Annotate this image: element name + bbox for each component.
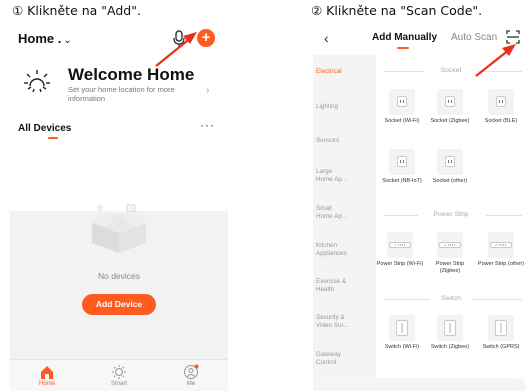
section-socket-label: Socket (436, 67, 466, 74)
device-label: Switch (Wi-Fi) (384, 344, 420, 350)
bottom-tab-bar: Home Smart Me (10, 359, 228, 391)
device-label: Switch (GPRS) (482, 344, 520, 350)
home-icon (41, 366, 53, 379)
power-strip-icon: • •••• (488, 232, 514, 258)
more-options-icon[interactable]: ··· (200, 118, 215, 132)
switch-icon (488, 315, 514, 341)
device-label: Power Strip (Wi-Fi) (376, 261, 424, 267)
empty-box-icon (92, 204, 146, 253)
device-label: Socket (Wi-Fi) (384, 118, 420, 124)
step-1-caption: ① Klikněte na "Add". (12, 3, 141, 18)
device-label: Power Strip (other) (477, 261, 525, 267)
category-security-video[interactable]: Security & Video Sur... (316, 314, 352, 329)
device-label: Socket (BLE) (484, 118, 518, 124)
socket-icon (437, 149, 463, 175)
tab-smart[interactable]: Smart (94, 364, 144, 387)
tab-smart-label: Smart (110, 381, 127, 387)
tab-me-label: Me (186, 381, 196, 387)
category-sensors[interactable]: Sensors (316, 137, 374, 145)
device-switch-gprs[interactable]: Switch (GPRS) (477, 315, 525, 351)
socket-icon (437, 89, 463, 115)
device-label: Socket (other) (432, 178, 468, 184)
empty-state-text: No devices (97, 271, 141, 281)
chevron-right-icon[interactable]: › (206, 85, 209, 96)
home-name: Home . (18, 31, 62, 46)
all-devices-tab[interactable]: All Devices (18, 123, 71, 134)
device-socket-wifi[interactable]: Socket (Wi-Fi) (378, 89, 426, 125)
device-power-strip-other[interactable]: • •••• Power Strip (other) (477, 232, 525, 268)
home-selector[interactable]: Home . ⌄ (18, 31, 72, 46)
socket-icon (488, 89, 514, 115)
device-label: Socket (NB-IoT) (382, 178, 422, 184)
switch-icon (437, 315, 463, 341)
welcome-subtitle[interactable]: Set your home location for more informat… (68, 85, 208, 103)
section-switch: Switch (376, 295, 526, 305)
active-tab-indicator (397, 47, 409, 49)
device-socket-ble[interactable]: Socket (BLE) (477, 89, 525, 125)
category-large-home-appliances[interactable]: Large Home Ap... (316, 168, 350, 183)
tab-home-label: Home (38, 381, 55, 387)
power-strip-icon: • •••• (437, 232, 463, 258)
back-arrow-icon[interactable]: ‹ (324, 30, 329, 46)
category-gateway-control[interactable]: Gateway Control (316, 351, 352, 366)
tab-me[interactable]: Me (166, 364, 216, 387)
tutorial-screenshot: ① Klikněte na "Add". ② Klikněte na "Scan… (0, 0, 531, 391)
sun-icon (24, 70, 50, 93)
socket-icon (389, 149, 415, 175)
category-lighting[interactable]: Lighting (316, 103, 374, 111)
bottom-sheet-edge (313, 378, 526, 391)
device-label: Power Strip (Zigbee) (435, 261, 465, 274)
device-label: Switch (Zigbee) (430, 344, 470, 350)
category-kitchen-appliances[interactable]: Kitchen Appliances (316, 242, 356, 257)
device-label: Socket (Zigbee) (430, 118, 470, 124)
chevron-down-icon: ⌄ (63, 35, 72, 46)
sun-icon (112, 365, 126, 379)
person-icon (184, 364, 199, 379)
category-exercise-health[interactable]: Exercise & Health (316, 278, 352, 293)
category-sidebar: Electrical Lighting Sensors Large Home A… (313, 55, 376, 391)
section-power-strip-label: Power Strip (429, 211, 473, 218)
tab-add-manually[interactable]: Add Manually (372, 32, 437, 43)
socket-icon (389, 89, 415, 115)
step-2-caption: ② Klikněte na "Scan Code". (311, 3, 483, 18)
tab-home[interactable]: Home (22, 364, 72, 387)
device-power-strip-wifi[interactable]: • •••• Power Strip (Wi-Fi) (376, 232, 424, 268)
pointer-arrow-add (155, 32, 197, 67)
category-small-home-appliances[interactable]: Small Home Ap... (316, 205, 350, 220)
device-socket-nbiot[interactable]: Socket (NB-IoT) (378, 149, 426, 185)
section-switch-label: Switch (436, 295, 466, 302)
home-screen: Home . ⌄ + Welcome Home Set your home lo… (10, 21, 228, 391)
device-switch-zigbee[interactable]: Switch (Zigbee) (426, 315, 474, 351)
category-electrical[interactable]: Electrical (316, 68, 374, 76)
add-device-button[interactable]: Add Device (82, 294, 156, 315)
active-tab-indicator (48, 137, 58, 139)
section-power-strip: Power Strip (376, 211, 526, 221)
switch-icon (389, 315, 415, 341)
device-power-strip-zigbee[interactable]: • •••• Power Strip (Zigbee) (426, 232, 474, 274)
power-strip-icon: • •••• (387, 232, 413, 258)
pointer-arrow-scan (475, 44, 516, 77)
device-socket-zigbee[interactable]: Socket (Zigbee) (426, 89, 474, 125)
device-switch-wifi[interactable]: Switch (Wi-Fi) (378, 315, 426, 351)
device-socket-other[interactable]: Socket (other) (426, 149, 474, 185)
